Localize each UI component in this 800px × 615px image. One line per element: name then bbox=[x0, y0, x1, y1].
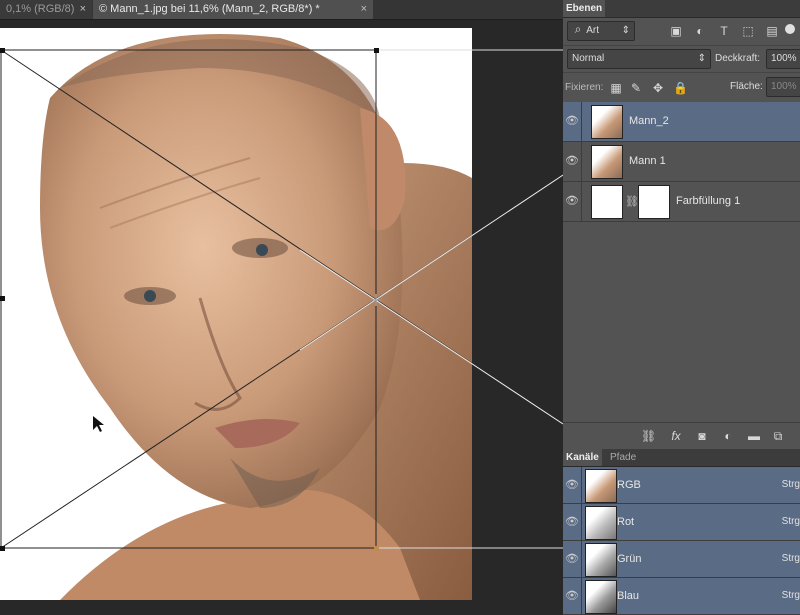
close-icon[interactable]: × bbox=[80, 0, 86, 19]
layers-tab-bar: Ebenen bbox=[563, 0, 800, 18]
layers-filter-row: ⌕ Art ⇕ ▣ ◐ T ⬚ ▤ bbox=[563, 18, 800, 44]
eye-icon[interactable]: 👁 bbox=[563, 504, 582, 540]
blend-row: Normal ⇕ Deckkraft: 100% bbox=[563, 45, 800, 72]
lock-position-icon[interactable]: ✥ bbox=[651, 81, 665, 95]
channels-tab-bar: Kanäle Pfade bbox=[563, 449, 800, 467]
blend-mode-label: Normal bbox=[572, 53, 605, 64]
channel-row-rot[interactable]: 👁 Rot Strg bbox=[563, 504, 800, 541]
link-icon[interactable]: ⛓ bbox=[625, 195, 639, 208]
layer-name[interactable]: Mann_2 bbox=[629, 102, 669, 141]
eye-icon[interactable]: 👁 bbox=[563, 578, 582, 614]
channel-name: Rot bbox=[617, 516, 635, 528]
document-tab-2[interactable]: © Mann_1.jpg bei 11,6% (Mann_2, RGB/8*) … bbox=[93, 0, 373, 19]
channel-thumbnail bbox=[585, 469, 617, 503]
channel-name: Grün bbox=[617, 553, 642, 565]
channel-name: Blau bbox=[617, 590, 640, 602]
channel-shortcut: Strg bbox=[781, 516, 800, 527]
channel-shortcut: Strg bbox=[781, 479, 800, 490]
chevron-updown-icon: ⇕ bbox=[621, 25, 630, 36]
channel-shortcut: Strg bbox=[781, 553, 800, 564]
canvas-area[interactable] bbox=[0, 20, 563, 600]
filter-kind-select[interactable]: ⌕ Art ⇕ bbox=[567, 21, 635, 41]
channel-name: RGB bbox=[617, 479, 641, 491]
close-icon[interactable]: × bbox=[361, 0, 367, 19]
adjustment-icon[interactable]: ◐ bbox=[721, 429, 735, 443]
eye-icon[interactable]: 👁 bbox=[563, 142, 582, 181]
chevron-updown-icon: ⇕ bbox=[697, 53, 706, 64]
smart-object-filter-icon[interactable]: ▤ bbox=[765, 24, 779, 38]
lock-transparency-icon[interactable]: ▦ bbox=[609, 81, 623, 95]
eye-icon[interactable]: 👁 bbox=[563, 102, 582, 141]
layers-list: 👁 Mann_2 👁 Mann 1 👁 ⛓ Farbfüllung 1 bbox=[563, 102, 800, 422]
lock-all-icon[interactable]: 🔒 bbox=[673, 81, 688, 95]
opacity-input[interactable]: 100% bbox=[766, 49, 800, 69]
folder-icon[interactable]: ▬ bbox=[747, 429, 761, 443]
new-layer-icon[interactable]: ⧉ bbox=[771, 429, 785, 443]
channel-shortcut: Strg bbox=[781, 590, 800, 601]
transform-handle bbox=[374, 546, 379, 551]
layer-thumbnail bbox=[591, 105, 623, 139]
opacity-label: Deckkraft: bbox=[715, 53, 761, 64]
layers-footer: ⛓ fx ◙ ◐ ▬ ⧉ bbox=[563, 422, 800, 449]
channels-list: 👁 RGB Strg 👁 Rot Strg 👁 Grün Strg 👁 Blau… bbox=[563, 467, 800, 615]
channel-thumbnail bbox=[585, 506, 617, 540]
type-filter-icon[interactable]: T bbox=[717, 24, 731, 38]
filter-toggle-icon[interactable] bbox=[785, 24, 795, 34]
eye-icon[interactable]: 👁 bbox=[563, 182, 582, 221]
layer-name[interactable]: Mann 1 bbox=[629, 142, 666, 181]
mask-icon[interactable]: ◙ bbox=[695, 429, 709, 443]
layer-thumbnail bbox=[591, 145, 623, 179]
search-icon: ⌕ bbox=[574, 22, 582, 36]
layer-mask-thumbnail[interactable] bbox=[638, 185, 670, 219]
fill-adjustment-thumbnail bbox=[591, 185, 623, 219]
transform-frame bbox=[0, 49, 377, 549]
channel-row-gruen[interactable]: 👁 Grün Strg bbox=[563, 541, 800, 578]
channel-thumbnail bbox=[585, 580, 617, 614]
tab-layers[interactable]: Ebenen bbox=[563, 0, 606, 17]
lock-brush-icon[interactable]: ✎ bbox=[629, 81, 643, 95]
layer-name[interactable]: Farbfüllung 1 bbox=[676, 182, 740, 221]
document-tab-2-title: © Mann_1.jpg bei 11,6% (Mann_2, RGB/8*) … bbox=[99, 3, 320, 15]
channel-thumbnail bbox=[585, 543, 617, 577]
shape-filter-icon[interactable]: ⬚ bbox=[741, 24, 755, 38]
fx-icon[interactable]: fx bbox=[669, 429, 683, 443]
image-filter-icon[interactable]: ▣ bbox=[669, 24, 683, 38]
layer-row-mann-1[interactable]: 👁 Mann 1 bbox=[563, 142, 800, 182]
mouse-cursor-icon bbox=[93, 416, 104, 432]
layer-row-farbfuellung-1[interactable]: 👁 ⛓ Farbfüllung 1 bbox=[563, 182, 800, 222]
link-icon[interactable]: ⛓ bbox=[641, 429, 656, 443]
channel-row-blau[interactable]: 👁 Blau Strg bbox=[563, 578, 800, 615]
transform-overlay[interactable] bbox=[0, 20, 563, 600]
tab-channels[interactable]: Kanäle bbox=[563, 449, 602, 466]
blend-mode-select[interactable]: Normal ⇕ bbox=[567, 49, 711, 69]
lock-label: Fixieren: bbox=[565, 82, 604, 93]
adjustment-filter-icon[interactable]: ◐ bbox=[693, 24, 707, 38]
document-tab-bar: 0,1% (RGB/8) × © Mann_1.jpg bei 11,6% (M… bbox=[0, 0, 563, 20]
layer-row-mann-2[interactable]: 👁 Mann_2 bbox=[563, 102, 800, 142]
fill-input[interactable]: 100% bbox=[766, 77, 800, 97]
filter-kind-label: Art bbox=[586, 25, 600, 36]
eye-icon[interactable]: 👁 bbox=[563, 541, 582, 577]
transform-handle bbox=[0, 48, 5, 53]
fill-label: Fläche: bbox=[730, 81, 763, 92]
transform-handle bbox=[374, 48, 379, 53]
document-tab-1[interactable]: 0,1% (RGB/8) × bbox=[0, 0, 92, 19]
eye-icon[interactable]: 👁 bbox=[563, 467, 582, 503]
tab-paths[interactable]: Pfade bbox=[607, 449, 639, 466]
lock-row: Fixieren: ▦ ✎ ✥ 🔒 Fläche: 100% bbox=[563, 72, 800, 101]
transform-handle bbox=[0, 546, 5, 551]
channel-row-rgb[interactable]: 👁 RGB Strg bbox=[563, 467, 800, 504]
document-tab-1-title: 0,1% (RGB/8) bbox=[6, 3, 75, 15]
transform-handles bbox=[0, 48, 379, 551]
transform-handle bbox=[0, 296, 5, 301]
right-panel: Ebenen ⌕ Art ⇕ ▣ ◐ T ⬚ ▤ Normal ⇕ Deckkr… bbox=[563, 0, 800, 615]
